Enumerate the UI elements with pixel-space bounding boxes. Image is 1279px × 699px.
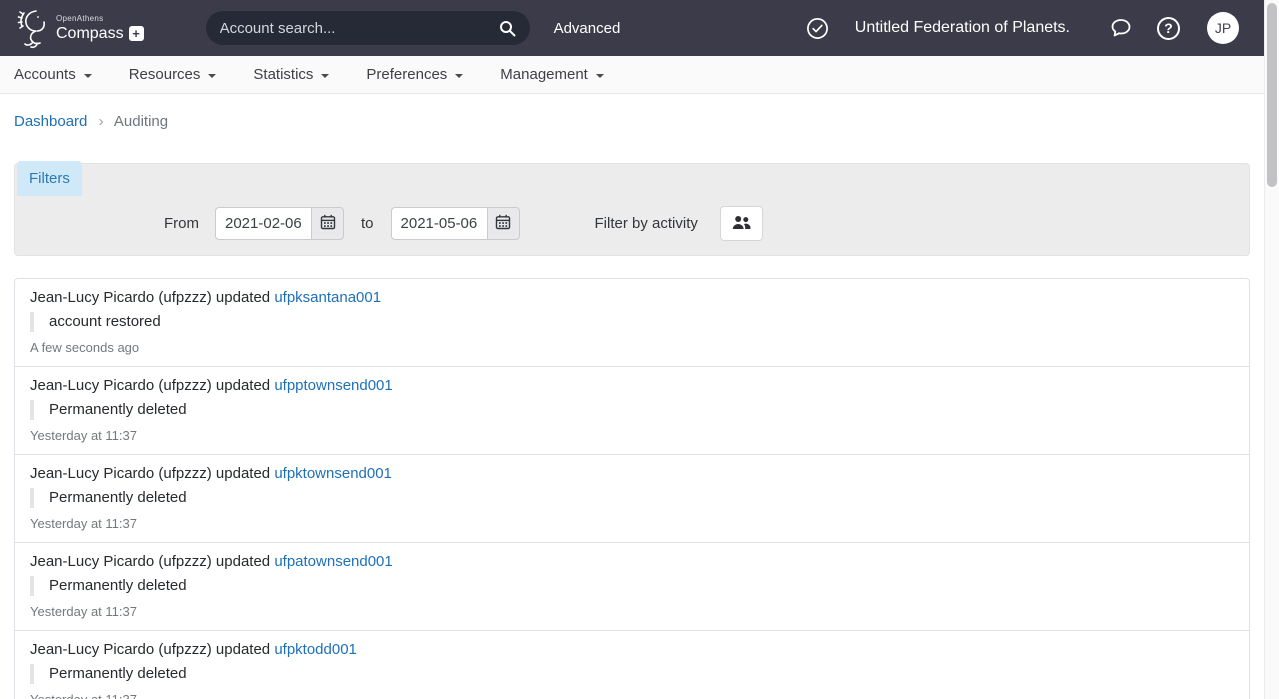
breadcrumb: Dashboard › Auditing [14,113,1250,130]
brand-text: OpenAthens Compass + [56,15,144,42]
chevron-down-icon [208,74,216,78]
entry-actor-text: Jean-Lucy Picardo (ufpzzz) updated [30,641,270,658]
chat-icon[interactable] [1109,16,1133,40]
entry-target-link[interactable]: ufpptownsend001 [274,377,392,394]
organisation-name: Untitled Federation of Planets. [855,19,1070,37]
entry-summary: Jean-Lucy Picardo (ufpzzz) updated ufpkt… [30,465,1234,482]
entry-actor-text: Jean-Lucy Picardo (ufpzzz) updated [30,553,270,570]
entry-timestamp: Yesterday at 11:37 [30,429,1234,443]
entry-summary: Jean-Lucy Picardo (ufpzzz) updated ufpkt… [30,641,1234,658]
menu-item[interactable]: Statistics [253,66,329,83]
entry-actor-text: Jean-Lucy Picardo (ufpzzz) updated [30,377,270,394]
from-date-group [215,207,344,240]
help-icon[interactable]: ? [1157,17,1180,40]
openathens-logo-icon [14,7,51,49]
entry-target-link[interactable]: ufpktownsend001 [274,465,392,482]
from-date-input[interactable] [215,207,311,240]
filter-by-activity-button[interactable] [720,206,763,241]
avatar[interactable]: JP [1207,12,1239,44]
menu-item-label: Accounts [14,66,76,83]
breadcrumb-current: Auditing [114,113,168,130]
to-date-group [391,207,520,240]
page-scrollbar[interactable] [1264,0,1279,699]
entry-action: account restored [30,312,1234,332]
filters-panel: Filters From [14,163,1250,256]
filters-row: From [164,206,763,241]
menu-item-label: Resources [129,66,201,83]
filters-tab[interactable]: Filters [17,161,82,196]
entry-action: Permanently deleted [30,576,1234,596]
breadcrumb-separator-icon: › [99,113,104,130]
menu-item-label: Preferences [366,66,447,83]
audit-entry: Jean-Lucy Picardo (ufpzzz) updated ufpat… [15,543,1249,631]
entry-timestamp: A few seconds ago [30,341,1234,355]
audit-log-list: Jean-Lucy Picardo (ufpzzz) updated ufpks… [14,278,1250,699]
brand-app-name: Compass [56,26,124,42]
menu-item[interactable]: Accounts [14,66,92,83]
to-date-picker-button[interactable] [487,207,520,240]
calendar-icon [320,214,336,233]
plus-badge-icon: + [129,26,144,41]
audit-entry: Jean-Lucy Picardo (ufpzzz) updated ufpkt… [15,631,1249,699]
entry-summary: Jean-Lucy Picardo (ufpzzz) updated ufpat… [30,553,1234,570]
entry-summary: Jean-Lucy Picardo (ufpzzz) updated ufpks… [30,289,1234,306]
entry-actor-text: Jean-Lucy Picardo (ufpzzz) updated [30,465,270,482]
main-menu: Accounts Resources Statistics Preference… [0,56,1264,94]
account-search-box [206,11,530,45]
entry-action: Permanently deleted [30,664,1234,684]
audit-entry: Jean-Lucy Picardo (ufpzzz) updated ufppt… [15,367,1249,455]
chevron-down-icon [596,74,604,78]
menu-item-label: Management [500,66,588,83]
filter-by-activity-label: Filter by activity [595,215,698,232]
entry-target-link[interactable]: ufpksantana001 [274,289,381,306]
entry-timestamp: Yesterday at 11:37 [30,517,1234,531]
to-date-input[interactable] [391,207,487,240]
calendar-icon [495,214,511,233]
brand-product-name: OpenAthens [56,15,144,23]
audit-entry: Jean-Lucy Picardo (ufpzzz) updated ufpkt… [15,455,1249,543]
advanced-search-link[interactable]: Advanced [554,20,621,37]
menu-item-label: Statistics [253,66,313,83]
audit-entry: Jean-Lucy Picardo (ufpzzz) updated ufpks… [15,279,1249,367]
breadcrumb-dashboard-link[interactable]: Dashboard [14,113,87,130]
search-icon[interactable] [499,20,516,37]
chevron-down-icon [455,74,463,78]
menu-item[interactable]: Management [500,66,604,83]
menu-item[interactable]: Resources [129,66,217,83]
entry-timestamp: Yesterday at 11:37 [30,693,1234,699]
entry-target-link[interactable]: ufpktodd001 [274,641,357,658]
to-label: to [361,215,374,232]
chevron-down-icon [321,74,329,78]
from-date-picker-button[interactable] [311,207,344,240]
entry-summary: Jean-Lucy Picardo (ufpzzz) updated ufppt… [30,377,1234,394]
people-icon [732,215,751,233]
entry-timestamp: Yesterday at 11:37 [30,605,1234,619]
entry-target-link[interactable]: ufpatownsend001 [274,553,392,570]
chevron-down-icon [84,74,92,78]
top-navbar: OpenAthens Compass + Advanced [0,0,1264,56]
from-label: From [164,215,199,232]
entry-action: Permanently deleted [30,400,1234,420]
app-root: OpenAthens Compass + Advanced [0,0,1264,699]
scrollbar-thumb[interactable] [1267,3,1277,187]
entry-actor-text: Jean-Lucy Picardo (ufpzzz) updated [30,289,270,306]
check-circle-icon [806,17,829,40]
account-search-input[interactable] [220,20,499,37]
menu-item[interactable]: Preferences [366,66,463,83]
entry-action: Permanently deleted [30,488,1234,508]
brand-logo[interactable]: OpenAthens Compass + [14,7,144,49]
